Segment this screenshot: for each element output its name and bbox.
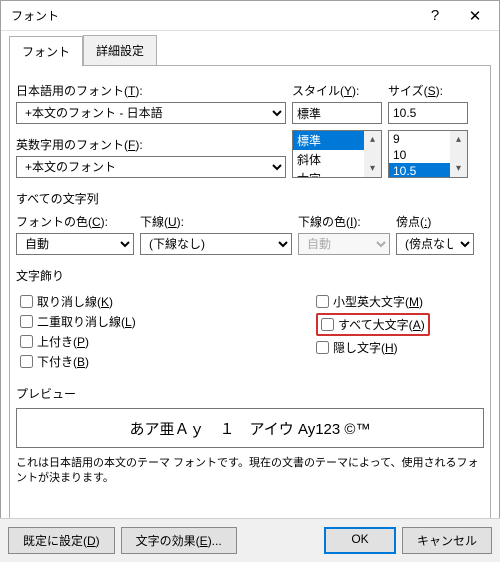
font-panel: 日本語用のフォント(T): +本文のフォント - 日本語 スタイル(Y): サイ…: [9, 65, 491, 525]
underline-color-label: 下線の色(I):: [298, 213, 390, 230]
preview-label: プレビュー: [16, 385, 484, 402]
chevron-down-icon[interactable]: ▾: [450, 160, 467, 177]
help-button[interactable]: ?: [415, 2, 455, 30]
all-chars-label: すべての文字列: [16, 190, 484, 207]
chevron-up-icon[interactable]: ▴: [364, 131, 381, 148]
size-listbox[interactable]: 9 10 10.5 ▴▾: [388, 130, 468, 178]
emphasis-label: 傍点(:): [396, 213, 474, 230]
set-default-button[interactable]: 既定に設定(D): [8, 527, 115, 554]
jp-font-select[interactable]: +本文のフォント - 日本語: [16, 102, 286, 124]
decoration-label: 文字飾り: [16, 267, 484, 284]
font-color-select[interactable]: 自動: [16, 233, 134, 255]
tab-advanced[interactable]: 詳細設定: [83, 35, 157, 65]
hidden-checkbox[interactable]: 隠し文字(H): [316, 339, 484, 356]
small-caps-checkbox[interactable]: 小型英大文字(M): [316, 293, 484, 310]
jp-font-label: 日本語用のフォント(T):: [16, 82, 286, 99]
preview-box: あア亜Ａｙ １ アイウ Ay123 ©™: [16, 408, 484, 448]
emphasis-select[interactable]: (傍点なし): [396, 233, 474, 255]
underline-color-select: 自動: [298, 233, 390, 255]
dialog-footer: 既定に設定(D) 文字の効果(E)... OK キャンセル: [0, 518, 500, 562]
size-label: サイズ(S):: [388, 82, 468, 99]
superscript-checkbox[interactable]: 上付き(P): [20, 333, 316, 350]
latin-font-label: 英数字用のフォント(F):: [16, 136, 286, 153]
underline-select[interactable]: (下線なし): [140, 233, 292, 255]
ok-button[interactable]: OK: [324, 527, 396, 554]
titlebar: フォント ? ✕: [1, 1, 499, 31]
latin-font-select[interactable]: +本文のフォント: [16, 156, 286, 178]
font-color-label: フォントの色(C):: [16, 213, 134, 230]
chevron-up-icon[interactable]: ▴: [450, 131, 467, 148]
style-label: スタイル(Y):: [292, 82, 382, 99]
dbl-strikethrough-checkbox[interactable]: 二重取り消し線(L): [20, 313, 316, 330]
style-input[interactable]: [292, 102, 382, 124]
close-button[interactable]: ✕: [455, 2, 495, 30]
all-caps-highlight: すべて大文字(A): [316, 313, 430, 336]
strikethrough-checkbox[interactable]: 取り消し線(K): [20, 293, 316, 310]
subscript-checkbox[interactable]: 下付き(B): [20, 353, 316, 370]
all-caps-checkbox[interactable]: [321, 318, 334, 331]
scrollbar[interactable]: ▴▾: [450, 131, 467, 177]
scrollbar[interactable]: ▴▾: [364, 131, 381, 177]
chevron-down-icon[interactable]: ▾: [364, 160, 381, 177]
tab-font[interactable]: フォント: [9, 36, 83, 66]
text-effects-button[interactable]: 文字の効果(E)...: [121, 527, 237, 554]
window-title: フォント: [11, 7, 415, 24]
underline-label: 下線(U):: [140, 213, 292, 230]
cancel-button[interactable]: キャンセル: [402, 527, 492, 554]
style-listbox[interactable]: 標準 斜体 太字 ▴▾: [292, 130, 382, 178]
theme-note: これは日本語用の本文のテーマ フォントです。現在の文書のテーマによって、使用され…: [16, 456, 484, 487]
tabstrip: フォント 詳細設定: [1, 31, 499, 65]
size-input[interactable]: [388, 102, 468, 124]
